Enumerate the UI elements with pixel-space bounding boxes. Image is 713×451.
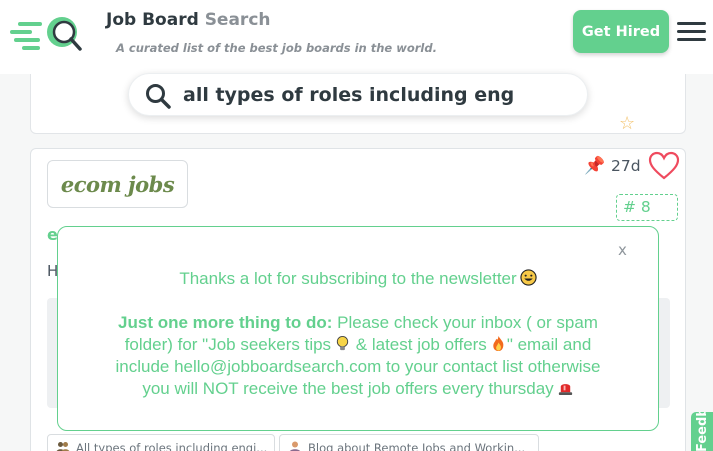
pushpin-icon: 📌 <box>584 156 606 176</box>
lightbulb-icon <box>336 335 349 351</box>
tag-all-roles[interactable]: All types of roles including engi... <box>47 434 275 451</box>
brand-name[interactable]: Job Board Search <box>106 10 271 30</box>
get-hired-button[interactable]: Get Hired <box>573 10 669 53</box>
magnifier-speed-icon[interactable] <box>10 12 86 56</box>
heart-icon[interactable] <box>648 151 680 181</box>
search-input[interactable] <box>183 80 575 110</box>
feedback-label: Feedback <box>695 412 710 451</box>
search-icon <box>146 84 171 109</box>
tag-label: Blog about Remote Jobs and Workin... <box>308 441 526 451</box>
people-icon <box>56 442 70 451</box>
close-icon[interactable]: x <box>618 241 627 259</box>
feedback-tab[interactable]: Feedback <box>691 412 713 451</box>
modal-instruction-1: Just one more thing to do: Please check … <box>118 313 598 332</box>
brand-accent: Search <box>204 10 271 30</box>
site-header: Job Board Search A curated list of the b… <box>0 0 713 74</box>
company-logo-text: ecom jobs <box>60 171 175 197</box>
tagline: A curated list of the best job boards in… <box>116 41 437 55</box>
tag-remote-blog[interactable]: Blog about Remote Jobs and Workin... <box>279 434 539 451</box>
fire-icon <box>493 335 504 352</box>
tag-label: All types of roles including engi... <box>76 441 268 451</box>
company-logo[interactable]: ecom jobs <box>47 160 188 208</box>
modal-thanks: Thanks a lot for subscribing to the news… <box>57 269 659 289</box>
person-icon <box>289 441 301 451</box>
search-bar[interactable] <box>128 73 588 116</box>
modal-instruction-3: include hello@jobboardsearch.com to your… <box>115 357 601 376</box>
star-icon[interactable]: ☆ <box>619 113 635 134</box>
modal-instruction-4: you will NOT receive the best job offers… <box>57 379 659 399</box>
rank-badge: # 8 <box>616 194 678 221</box>
modal-instruction-2: folder) for "Job seekers tips & latest j… <box>124 335 592 354</box>
siren-icon <box>558 384 572 396</box>
job-age: 27d <box>611 157 641 175</box>
brand-main: Job Board <box>106 10 199 30</box>
hamburger-icon[interactable] <box>677 22 706 42</box>
grinning-face-icon <box>520 269 537 286</box>
